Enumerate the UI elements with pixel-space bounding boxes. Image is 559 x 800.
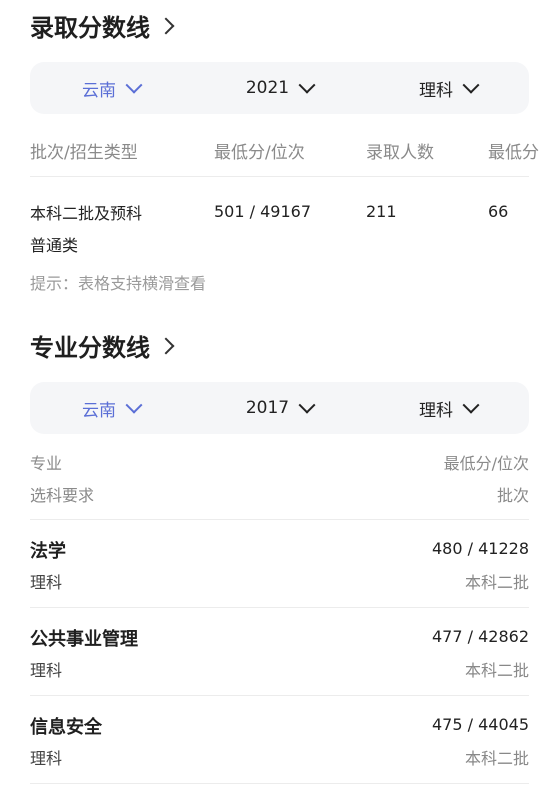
major-batch: 本科二批 xyxy=(464,661,529,680)
major-score-rank: 477 / 42862 xyxy=(432,627,529,646)
divider xyxy=(30,519,529,520)
major-row[interactable]: 法学 理科 480 / 41228 本科二批 xyxy=(30,527,529,615)
major-header-label: 专业 xyxy=(30,454,63,473)
province-filter[interactable]: 云南 xyxy=(82,76,143,101)
chevron-down-icon xyxy=(125,396,143,414)
batch-type-line2: 普通类 xyxy=(30,236,79,255)
column-header-count: 录取人数 xyxy=(366,143,434,163)
chevron-down-icon xyxy=(462,76,480,94)
min-score-value: 66 xyxy=(488,202,509,221)
batch-type-line1: 本科二批及预科 xyxy=(30,204,143,223)
chevron-right-icon xyxy=(157,337,175,354)
score-rank-header: 最低分/位次 xyxy=(443,454,529,473)
chevron-right-icon xyxy=(157,17,175,34)
major-name: 法学 xyxy=(30,541,66,562)
major-batch: 本科二批 xyxy=(464,573,529,592)
major-filter-bar: 云南 2017 理科 xyxy=(30,382,529,434)
chevron-down-icon xyxy=(125,76,143,94)
year-filter-label: 2021 xyxy=(245,78,290,98)
divider xyxy=(30,695,529,696)
major-score-rank: 475 / 44045 xyxy=(432,715,529,734)
subject-filter[interactable]: 理科 xyxy=(418,76,480,101)
admit-count-value: 211 xyxy=(366,202,397,221)
major-row[interactable]: 公共事业管理 理科 477 / 42862 本科二批 xyxy=(30,615,529,703)
year-filter-label: 2017 xyxy=(245,398,290,418)
major-subject: 理科 xyxy=(30,749,63,768)
scroll-tip: 提示：表格支持横滑查看 xyxy=(30,274,207,293)
major-title-text: 专业分数线 xyxy=(30,334,150,362)
major-row[interactable]: 信息安全 理科 475 / 44045 本科二批 xyxy=(30,703,529,791)
major-name: 信息安全 xyxy=(30,717,102,738)
divider xyxy=(30,176,529,177)
admission-section-title[interactable]: 录取分数线 xyxy=(30,8,175,43)
admission-title-text: 录取分数线 xyxy=(30,14,150,42)
major-score-rank: 480 / 41228 xyxy=(432,539,529,558)
chevron-down-icon xyxy=(298,76,316,94)
year-filter[interactable]: 2021 xyxy=(245,76,316,98)
score-rank-value: 501 / 49167 xyxy=(214,202,311,221)
divider xyxy=(30,607,529,608)
column-header-score-rank: 最低分/位次 xyxy=(214,143,305,163)
major-section-title[interactable]: 专业分数线 xyxy=(30,328,175,363)
major-name: 公共事业管理 xyxy=(30,629,138,650)
subject-filter-label: 理科 xyxy=(418,400,453,421)
admission-filter-bar: 云南 2021 理科 xyxy=(30,62,529,114)
province-filter-label: 云南 xyxy=(82,400,116,421)
major-subject: 理科 xyxy=(30,661,63,680)
chevron-down-icon xyxy=(298,396,316,414)
major-batch: 本科二批 xyxy=(464,749,529,768)
column-header-min-score: 最低分 xyxy=(488,143,539,163)
subject-filter-label: 理科 xyxy=(418,80,453,101)
subject-requirement-label: 选科要求 xyxy=(30,486,95,505)
province-filter-label: 云南 xyxy=(82,80,116,101)
batch-header: 批次 xyxy=(496,486,529,505)
major-subject: 理科 xyxy=(30,573,63,592)
year-filter[interactable]: 2017 xyxy=(245,396,316,418)
province-filter[interactable]: 云南 xyxy=(82,396,143,421)
divider xyxy=(30,783,529,784)
subject-filter[interactable]: 理科 xyxy=(418,396,480,421)
chevron-down-icon xyxy=(462,396,480,414)
column-header-batch: 批次/招生类型 xyxy=(30,143,138,163)
